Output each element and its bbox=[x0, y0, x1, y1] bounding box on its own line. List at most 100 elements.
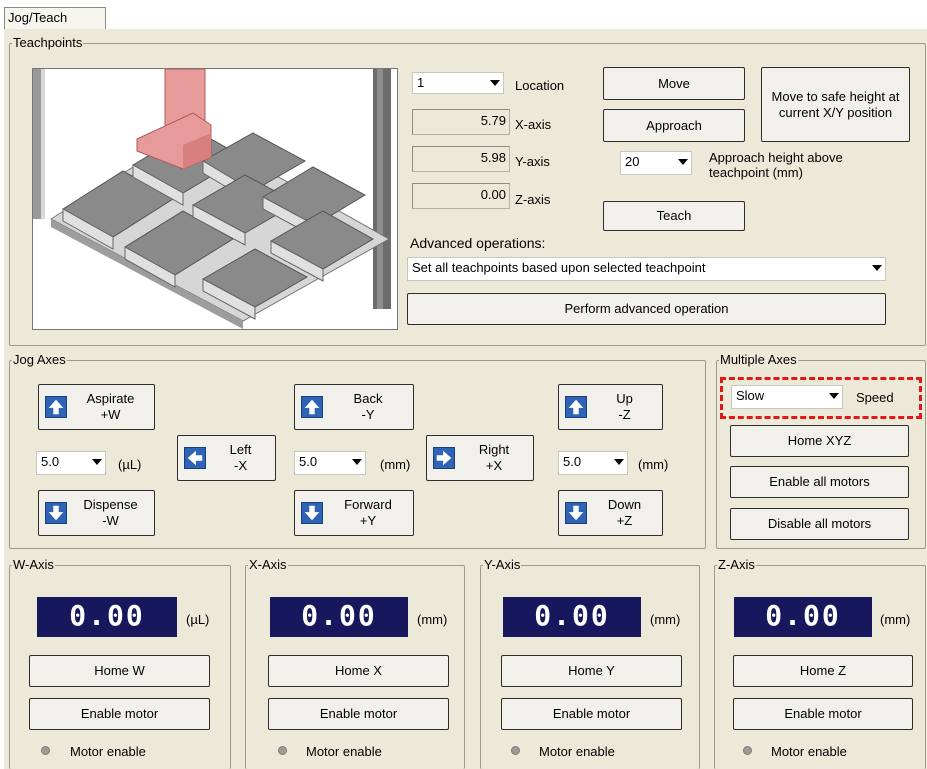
arrow-left-icon bbox=[184, 447, 206, 469]
w-motor-status-led bbox=[41, 746, 50, 755]
approach-height-label: Approach height above teachpoint (mm) bbox=[709, 150, 843, 180]
up-button[interactable]: Up -Z bbox=[558, 384, 663, 430]
multiple-axes-legend: Multiple Axes bbox=[720, 352, 797, 367]
x-motor-status-label: Motor enable bbox=[306, 744, 382, 759]
z-axis-display: 0.00 bbox=[734, 597, 872, 637]
z-enable-motor-button[interactable]: Enable motor bbox=[733, 698, 913, 730]
advanced-operation-value: Set all teachpoints based upon selected … bbox=[412, 260, 706, 275]
z-step-unit: (mm) bbox=[638, 457, 669, 472]
right-button[interactable]: Right +X bbox=[426, 435, 534, 481]
arrow-down-icon bbox=[565, 502, 587, 524]
w-step-value: 5.0 bbox=[41, 454, 60, 469]
w-step-unit: (µL) bbox=[118, 457, 142, 472]
x-axis-display: 0.00 bbox=[270, 597, 408, 637]
disable-all-motors-button[interactable]: Disable all motors bbox=[730, 508, 909, 540]
w-enable-motor-button[interactable]: Enable motor bbox=[29, 698, 210, 730]
y-axis-value: 5.98 bbox=[412, 146, 510, 172]
enable-all-motors-button[interactable]: Enable all motors bbox=[730, 466, 909, 498]
arrow-up-icon bbox=[301, 396, 323, 418]
speed-value: Slow bbox=[736, 388, 765, 403]
speed-label: Speed bbox=[856, 390, 894, 405]
w-motor-status-label: Motor enable bbox=[70, 744, 146, 759]
x-enable-motor-button[interactable]: Enable motor bbox=[268, 698, 449, 730]
y-motor-status-led bbox=[511, 746, 520, 755]
dispense-axis: -W bbox=[102, 513, 119, 528]
move-button[interactable]: Move bbox=[603, 67, 745, 100]
tab-jog-teach[interactable]: Jog/Teach bbox=[4, 7, 106, 29]
perform-advanced-operation-button[interactable]: Perform advanced operation bbox=[407, 293, 886, 325]
approach-button[interactable]: Approach bbox=[603, 109, 745, 142]
dispense-button[interactable]: Dispense -W bbox=[38, 490, 155, 536]
y-axis-display: 0.00 bbox=[503, 597, 641, 637]
home-y-button[interactable]: Home Y bbox=[501, 655, 682, 687]
y-axis-legend: Y-Axis bbox=[484, 557, 521, 572]
xy-step-value: 5.0 bbox=[299, 454, 318, 469]
dispense-label: Dispense bbox=[83, 497, 138, 512]
forward-label: Forward bbox=[344, 497, 392, 512]
z-axis-unit: (mm) bbox=[880, 612, 911, 627]
deck-illustration bbox=[33, 68, 391, 329]
arrow-down-icon bbox=[45, 502, 67, 524]
x-motor-status-led bbox=[278, 746, 287, 755]
back-button[interactable]: Back -Y bbox=[294, 384, 414, 430]
w-step-select[interactable]: 5.0 bbox=[36, 451, 106, 475]
location-value: 1 bbox=[417, 75, 425, 90]
arrow-right-icon bbox=[433, 447, 455, 469]
chevron-down-icon bbox=[829, 393, 839, 399]
home-w-button[interactable]: Home W bbox=[29, 655, 210, 687]
forward-button[interactable]: Forward +Y bbox=[294, 490, 414, 536]
y-axis-unit: (mm) bbox=[650, 612, 681, 627]
teach-button[interactable]: Teach bbox=[603, 201, 745, 231]
x-axis-value: 5.79 bbox=[412, 109, 510, 135]
location-label: Location bbox=[515, 78, 565, 93]
up-axis: -Z bbox=[618, 407, 631, 422]
home-xyz-button[interactable]: Home XYZ bbox=[730, 425, 909, 457]
z-motor-status-label: Motor enable bbox=[771, 744, 847, 759]
x-axis-label: X-axis bbox=[515, 117, 552, 132]
w-axis-unit: (µL) bbox=[186, 612, 210, 627]
right-label: Right bbox=[478, 442, 510, 457]
down-button[interactable]: Down +Z bbox=[558, 490, 663, 536]
approach-height-select[interactable]: 20 bbox=[620, 151, 692, 175]
speed-select[interactable]: Slow bbox=[731, 385, 843, 409]
move-safe-height-button[interactable]: Move to safe height at current X/Y posit… bbox=[761, 67, 910, 142]
z-axis-legend: Z-Axis bbox=[718, 557, 755, 572]
z-step-value: 5.0 bbox=[563, 454, 582, 469]
arrow-up-icon bbox=[45, 396, 67, 418]
chevron-down-icon bbox=[678, 159, 688, 165]
arrow-up-icon bbox=[565, 396, 587, 418]
home-x-button[interactable]: Home X bbox=[268, 655, 449, 687]
down-axis: +Z bbox=[616, 513, 633, 528]
y-axis-label: Y-axis bbox=[515, 154, 550, 169]
right-axis: +X bbox=[485, 458, 503, 473]
forward-axis: +Y bbox=[359, 513, 377, 528]
approach-height-value: 20 bbox=[625, 154, 640, 169]
chevron-down-icon bbox=[614, 459, 624, 465]
aspirate-label: Aspirate bbox=[86, 391, 135, 406]
chevron-down-icon bbox=[352, 459, 362, 465]
chevron-down-icon bbox=[490, 80, 500, 86]
z-axis-value: 0.00 bbox=[412, 183, 510, 209]
advanced-operation-select[interactable]: Set all teachpoints based upon selected … bbox=[407, 257, 886, 281]
back-label: Back bbox=[353, 391, 383, 406]
location-select[interactable]: 1 bbox=[412, 72, 504, 94]
aspirate-button[interactable]: Aspirate +W bbox=[38, 384, 155, 430]
back-axis: -Y bbox=[361, 407, 375, 422]
y-motor-status-label: Motor enable bbox=[539, 744, 615, 759]
arrow-down-icon bbox=[301, 502, 323, 524]
chevron-down-icon bbox=[92, 459, 102, 465]
x-axis-legend: X-Axis bbox=[249, 557, 287, 572]
y-enable-motor-button[interactable]: Enable motor bbox=[501, 698, 682, 730]
teachpoints-legend: Teachpoints bbox=[13, 35, 83, 50]
aspirate-axis: +W bbox=[100, 407, 121, 422]
left-button[interactable]: Left -X bbox=[177, 435, 276, 481]
xy-step-select[interactable]: 5.0 bbox=[294, 451, 366, 475]
chevron-down-icon bbox=[872, 265, 882, 271]
w-axis-display: 0.00 bbox=[37, 597, 177, 637]
x-axis-unit: (mm) bbox=[417, 612, 448, 627]
z-motor-status-led bbox=[743, 746, 752, 755]
xy-step-unit: (mm) bbox=[380, 457, 411, 472]
up-label: Up bbox=[616, 391, 633, 406]
home-z-button[interactable]: Home Z bbox=[733, 655, 913, 687]
z-step-select[interactable]: 5.0 bbox=[558, 451, 628, 475]
